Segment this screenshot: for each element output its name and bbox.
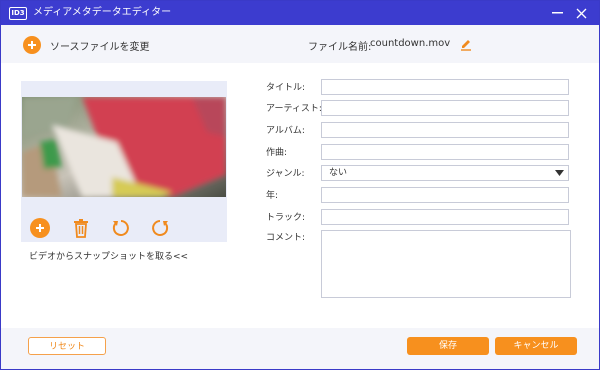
title-bar: ID3 メディアメタデータエディター (1, 1, 599, 25)
title-label: タイトル: (266, 83, 306, 93)
composer-input[interactable] (321, 144, 569, 160)
comment-label: コメント: (266, 233, 306, 243)
close-icon[interactable] (569, 1, 593, 25)
video-preview (22, 97, 226, 197)
album-input[interactable] (321, 122, 569, 138)
app-icon: ID3 (9, 7, 27, 20)
reset-button[interactable]: リセット (28, 337, 106, 355)
minimize-icon[interactable] (545, 1, 569, 25)
comment-textarea[interactable] (321, 230, 571, 298)
pencil-icon[interactable] (460, 37, 472, 51)
cancel-button[interactable]: キャンセル (495, 337, 577, 355)
year-input[interactable] (321, 187, 569, 203)
genre-select[interactable]: ない (321, 165, 569, 181)
chevron-down-icon (555, 170, 564, 176)
title-input[interactable] (321, 79, 569, 95)
composer-label: 作曲: (266, 148, 288, 158)
add-icon (36, 224, 44, 232)
trash-icon[interactable] (71, 218, 91, 238)
add-snapshot-button[interactable] (30, 218, 50, 238)
change-source-button[interactable] (23, 36, 41, 54)
change-source-label[interactable]: ソースファイルを変更 (50, 38, 150, 53)
window-title: メディアメタデータエディター (33, 7, 172, 18)
track-label: トラック: (266, 213, 306, 223)
genre-value: ない (329, 168, 348, 178)
rotate-right-icon[interactable] (150, 218, 170, 238)
artist-label: アーティスト: (266, 104, 322, 114)
year-label: 年: (266, 191, 279, 201)
artist-input[interactable] (321, 100, 569, 116)
album-label: アルバム: (266, 126, 305, 136)
filename-value: countdown.mov (370, 38, 451, 49)
rotate-left-icon[interactable] (111, 218, 131, 238)
metadata-editor-window: ID3 メディアメタデータエディター ソースファイルを変更 ファイル名前: co… (0, 0, 600, 370)
save-button[interactable]: 保存 (407, 337, 489, 355)
genre-label: ジャンル: (266, 169, 305, 179)
plus-icon (28, 41, 36, 49)
snapshot-link[interactable]: ビデオからスナップショットを取る<< (29, 249, 188, 262)
track-input[interactable] (321, 209, 569, 225)
filename-label: ファイル名前: (308, 42, 372, 53)
